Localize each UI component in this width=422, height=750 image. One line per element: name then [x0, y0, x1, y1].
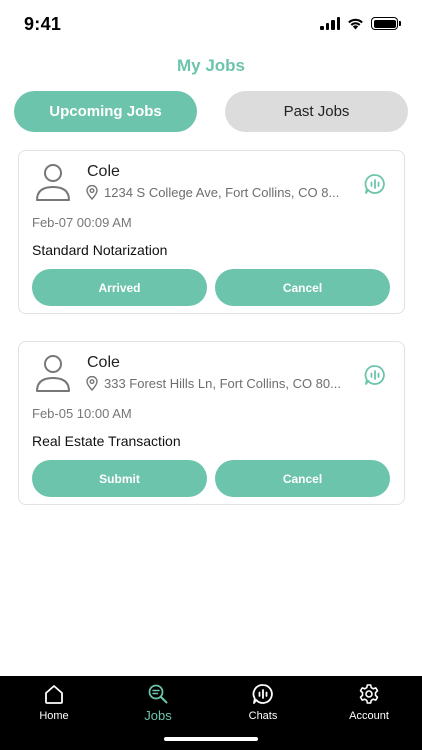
- job-datetime: Feb-07 00:09 AM: [32, 215, 132, 230]
- arrived-button[interactable]: Arrived: [32, 269, 207, 306]
- nav-item-account[interactable]: Account: [329, 683, 409, 722]
- status-bar: 9:41: [0, 0, 422, 48]
- home-icon: [45, 685, 63, 704]
- chat-icon[interactable]: [364, 173, 386, 195]
- address-row: 333 Forest Hills Ln, Fort Collins, CO 80…: [85, 376, 341, 391]
- job-card[interactable]: Cole 333 Forest Hills Ln, Fort Collins, …: [18, 341, 405, 505]
- job-card[interactable]: Cole 1234 S College Ave, Fort Collins, C…: [18, 150, 405, 314]
- chat-icon: [252, 684, 273, 704]
- cancel-button[interactable]: Cancel: [215, 460, 390, 497]
- cellular-signal-icon: [320, 17, 340, 30]
- job-address: 1234 S College Ave, Fort Collins, CO 8..…: [104, 185, 340, 200]
- nav-label-jobs: Jobs: [144, 708, 172, 723]
- job-address: 333 Forest Hills Ln, Fort Collins, CO 80…: [104, 376, 341, 391]
- address-row: 1234 S College Ave, Fort Collins, CO 8..…: [85, 185, 339, 200]
- wifi-icon: [348, 18, 363, 30]
- gear-icon: [359, 684, 379, 704]
- job-datetime: Feb-05 10:00 AM: [32, 406, 132, 421]
- submit-button[interactable]: Submit: [32, 460, 207, 497]
- cancel-button[interactable]: Cancel: [215, 269, 390, 306]
- client-name: Cole: [87, 163, 120, 180]
- tab-past-jobs[interactable]: Past Jobs: [225, 91, 408, 132]
- nav-item-home[interactable]: Home: [14, 683, 94, 722]
- location-pin-icon: [86, 185, 98, 200]
- avatar-icon: [36, 164, 70, 201]
- job-service-type: Real Estate Transaction: [32, 433, 181, 449]
- location-pin-icon: [86, 376, 98, 391]
- nav-item-jobs[interactable]: Jobs: [118, 683, 198, 723]
- search-document-icon: [148, 684, 168, 704]
- tab-upcoming-jobs[interactable]: Upcoming Jobs: [14, 91, 197, 132]
- nav-item-chats[interactable]: Chats: [223, 683, 303, 722]
- page-title: My Jobs: [176, 56, 246, 75]
- job-service-type: Standard Notarization: [32, 242, 168, 258]
- avatar-icon: [36, 355, 70, 392]
- chat-icon[interactable]: [364, 364, 386, 386]
- nav-label-chats: Chats: [248, 710, 278, 722]
- status-time: 9:41: [24, 14, 62, 34]
- client-name: Cole: [87, 354, 120, 371]
- nav-label-account: Account: [349, 710, 389, 722]
- status-icons: [320, 17, 401, 30]
- battery-icon: [371, 17, 401, 30]
- home-indicator: [164, 737, 258, 741]
- job-tabs: Upcoming Jobs Past Jobs: [14, 91, 408, 132]
- nav-label-home: Home: [39, 710, 69, 722]
